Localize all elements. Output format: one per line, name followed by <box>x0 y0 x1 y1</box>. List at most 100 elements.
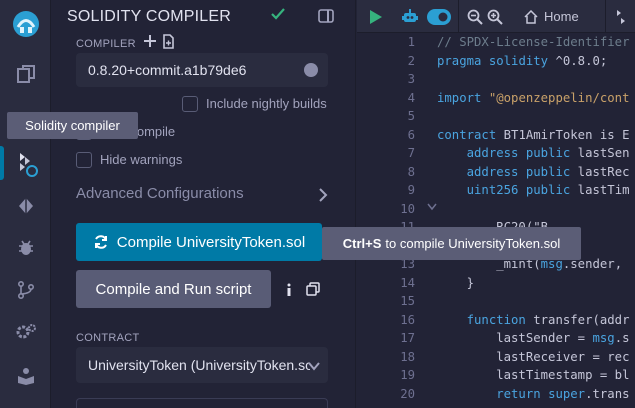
toolbar-divider <box>458 0 459 33</box>
debugger-icon[interactable] <box>0 230 51 266</box>
code-line[interactable]: pragma solidity ^0.8.0; <box>437 52 635 71</box>
code-token: uint256 <box>437 183 526 197</box>
info-icon[interactable] <box>285 283 293 302</box>
refresh-icon <box>94 235 107 249</box>
chevron-right-icon[interactable] <box>318 188 328 207</box>
line-number: 18 <box>400 349 415 364</box>
code-line[interactable] <box>437 200 635 219</box>
line-number: 19 <box>400 368 415 382</box>
code-line[interactable]: address public lastSen <box>437 144 635 163</box>
remix-logo-icon[interactable] <box>0 4 51 44</box>
home-icon <box>524 9 538 24</box>
line-number-gutter: 1234567891011121314151617181920 <box>357 33 415 403</box>
check-icon[interactable] <box>270 6 286 27</box>
hide-warnings-checkbox[interactable] <box>76 152 92 168</box>
code-lines[interactable]: // SPDX-License-Identifier pragma solidit… <box>437 33 635 403</box>
compile-shortcut-tooltip: Ctrl+S to compile UniversityToken.sol <box>322 227 581 260</box>
compile-and-run-label: Compile and Run script <box>95 280 252 298</box>
add-compiler-icon[interactable] <box>143 34 157 53</box>
include-nightly-checkbox[interactable] <box>182 96 198 112</box>
panel-toggle-icon[interactable] <box>318 8 334 29</box>
editor-toolbar: Home <box>357 0 635 33</box>
learneth-icon[interactable] <box>0 358 51 394</box>
tab-home-label: Home <box>544 9 579 24</box>
line-number: 9 <box>407 183 415 197</box>
code-token: msg <box>592 331 615 345</box>
chevron-down-icon <box>308 358 320 374</box>
code-token: import <box>437 90 489 105</box>
code-editor[interactable]: 1234567891011121314151617181920 // SPDX-… <box>357 33 635 408</box>
solidity-compiler-icon[interactable] <box>0 146 51 182</box>
advanced-configurations-toggle[interactable]: Advanced Configurations <box>76 185 244 202</box>
code-line[interactable] <box>437 292 635 311</box>
line-number: 15 <box>400 294 415 308</box>
shortcut-hint: to compile UniversityToken.sol <box>385 236 561 251</box>
contract-select[interactable]: UniversityToken (UniversityToken.sol <box>76 347 328 383</box>
code-token: public <box>525 183 578 197</box>
compile-button-label: Compile UniversityToken.sol <box>116 233 306 251</box>
code-line[interactable] <box>437 107 635 126</box>
code-token: function <box>437 312 534 327</box>
run-icon[interactable] <box>369 0 383 33</box>
code-line[interactable]: lastTimestamp = bl <box>437 366 635 385</box>
code-line[interactable]: return super.trans <box>437 385 635 404</box>
compiler-version-select[interactable]: 0.8.20+commit.a1b79de6 <box>76 53 328 87</box>
solidity-file-icon[interactable] <box>615 0 625 33</box>
code-line[interactable]: lastReceiver = rec <box>437 348 635 367</box>
fold-marker-icon[interactable] <box>427 198 437 211</box>
line-number: 16 <box>400 312 415 327</box>
code-token: .trans <box>585 386 630 401</box>
git-icon[interactable] <box>0 272 51 308</box>
zoom-out-icon[interactable] <box>467 0 483 33</box>
compiled-details-box <box>76 398 328 408</box>
zoom-in-icon[interactable] <box>487 0 503 33</box>
code-line[interactable]: } <box>437 274 635 293</box>
line-number: 1 <box>407 35 415 49</box>
code-token: lastTimestamp = bl <box>437 368 630 382</box>
code-line[interactable]: import "@openzeppelin/cont <box>437 89 635 108</box>
line-number: 7 <box>407 146 415 160</box>
code-line[interactable] <box>437 70 635 89</box>
contract-label: CONTRACT <box>76 332 140 344</box>
toggle-switch[interactable] <box>427 0 451 33</box>
compile-and-run-button[interactable]: Compile and Run script <box>76 270 271 308</box>
code-line[interactable]: address public lastRec <box>437 163 635 182</box>
ai-assistant-icon[interactable] <box>401 0 419 33</box>
settings-icon[interactable] <box>0 314 51 350</box>
line-number: 10 <box>400 201 415 216</box>
tab-home[interactable]: Home <box>524 0 579 33</box>
code-token: lastTim <box>577 183 630 197</box>
compiler-version-value: 0.8.20+commit.a1b79de6 <box>88 62 247 78</box>
copy-icon[interactable] <box>306 282 320 301</box>
code-token: transfer(addr <box>533 312 630 327</box>
code-token: public <box>525 146 578 160</box>
code-line[interactable]: contract BT1AmirToken is E <box>437 126 635 145</box>
compiler-panel: SOLIDITY COMPILER COMPILER 0.8.20+commit… <box>51 0 356 408</box>
code-token: // SPDX-License-Identifier <box>437 35 630 49</box>
code-line[interactable]: function transfer(addr <box>437 311 635 330</box>
select-arrows-icon <box>304 63 318 77</box>
code-token: } <box>437 275 475 290</box>
code-line[interactable]: // SPDX-License-Identifier <box>437 33 635 52</box>
line-number: 8 <box>407 164 415 179</box>
code-token: lastSen <box>577 146 630 160</box>
code-line[interactable]: lastSender = msg.s <box>437 329 635 348</box>
code-token: lastSender = <box>437 331 593 345</box>
code-token: pragma <box>437 53 489 68</box>
contract-value: UniversityToken (UniversityToken.sol <box>88 357 310 373</box>
shortcut-key: Ctrl+S <box>342 236 382 251</box>
tab-divider <box>605 0 606 33</box>
hide-warnings-label: Hide warnings <box>100 152 183 167</box>
code-token: lastRec <box>577 164 630 179</box>
panel-title: SOLIDITY COMPILER <box>67 8 232 25</box>
file-explorer-icon[interactable] <box>0 56 51 92</box>
compile-button[interactable]: Compile UniversityToken.sol <box>76 223 322 261</box>
custom-compiler-icon[interactable] <box>161 34 175 54</box>
icon-panel <box>0 0 51 408</box>
deploy-run-icon[interactable] <box>0 188 51 224</box>
line-number: 2 <box>407 53 415 68</box>
code-token: solidity <box>488 53 556 68</box>
code-line[interactable]: uint256 public lastTim <box>437 181 635 200</box>
code-token: address <box>437 146 526 160</box>
code-token: return <box>437 386 549 401</box>
